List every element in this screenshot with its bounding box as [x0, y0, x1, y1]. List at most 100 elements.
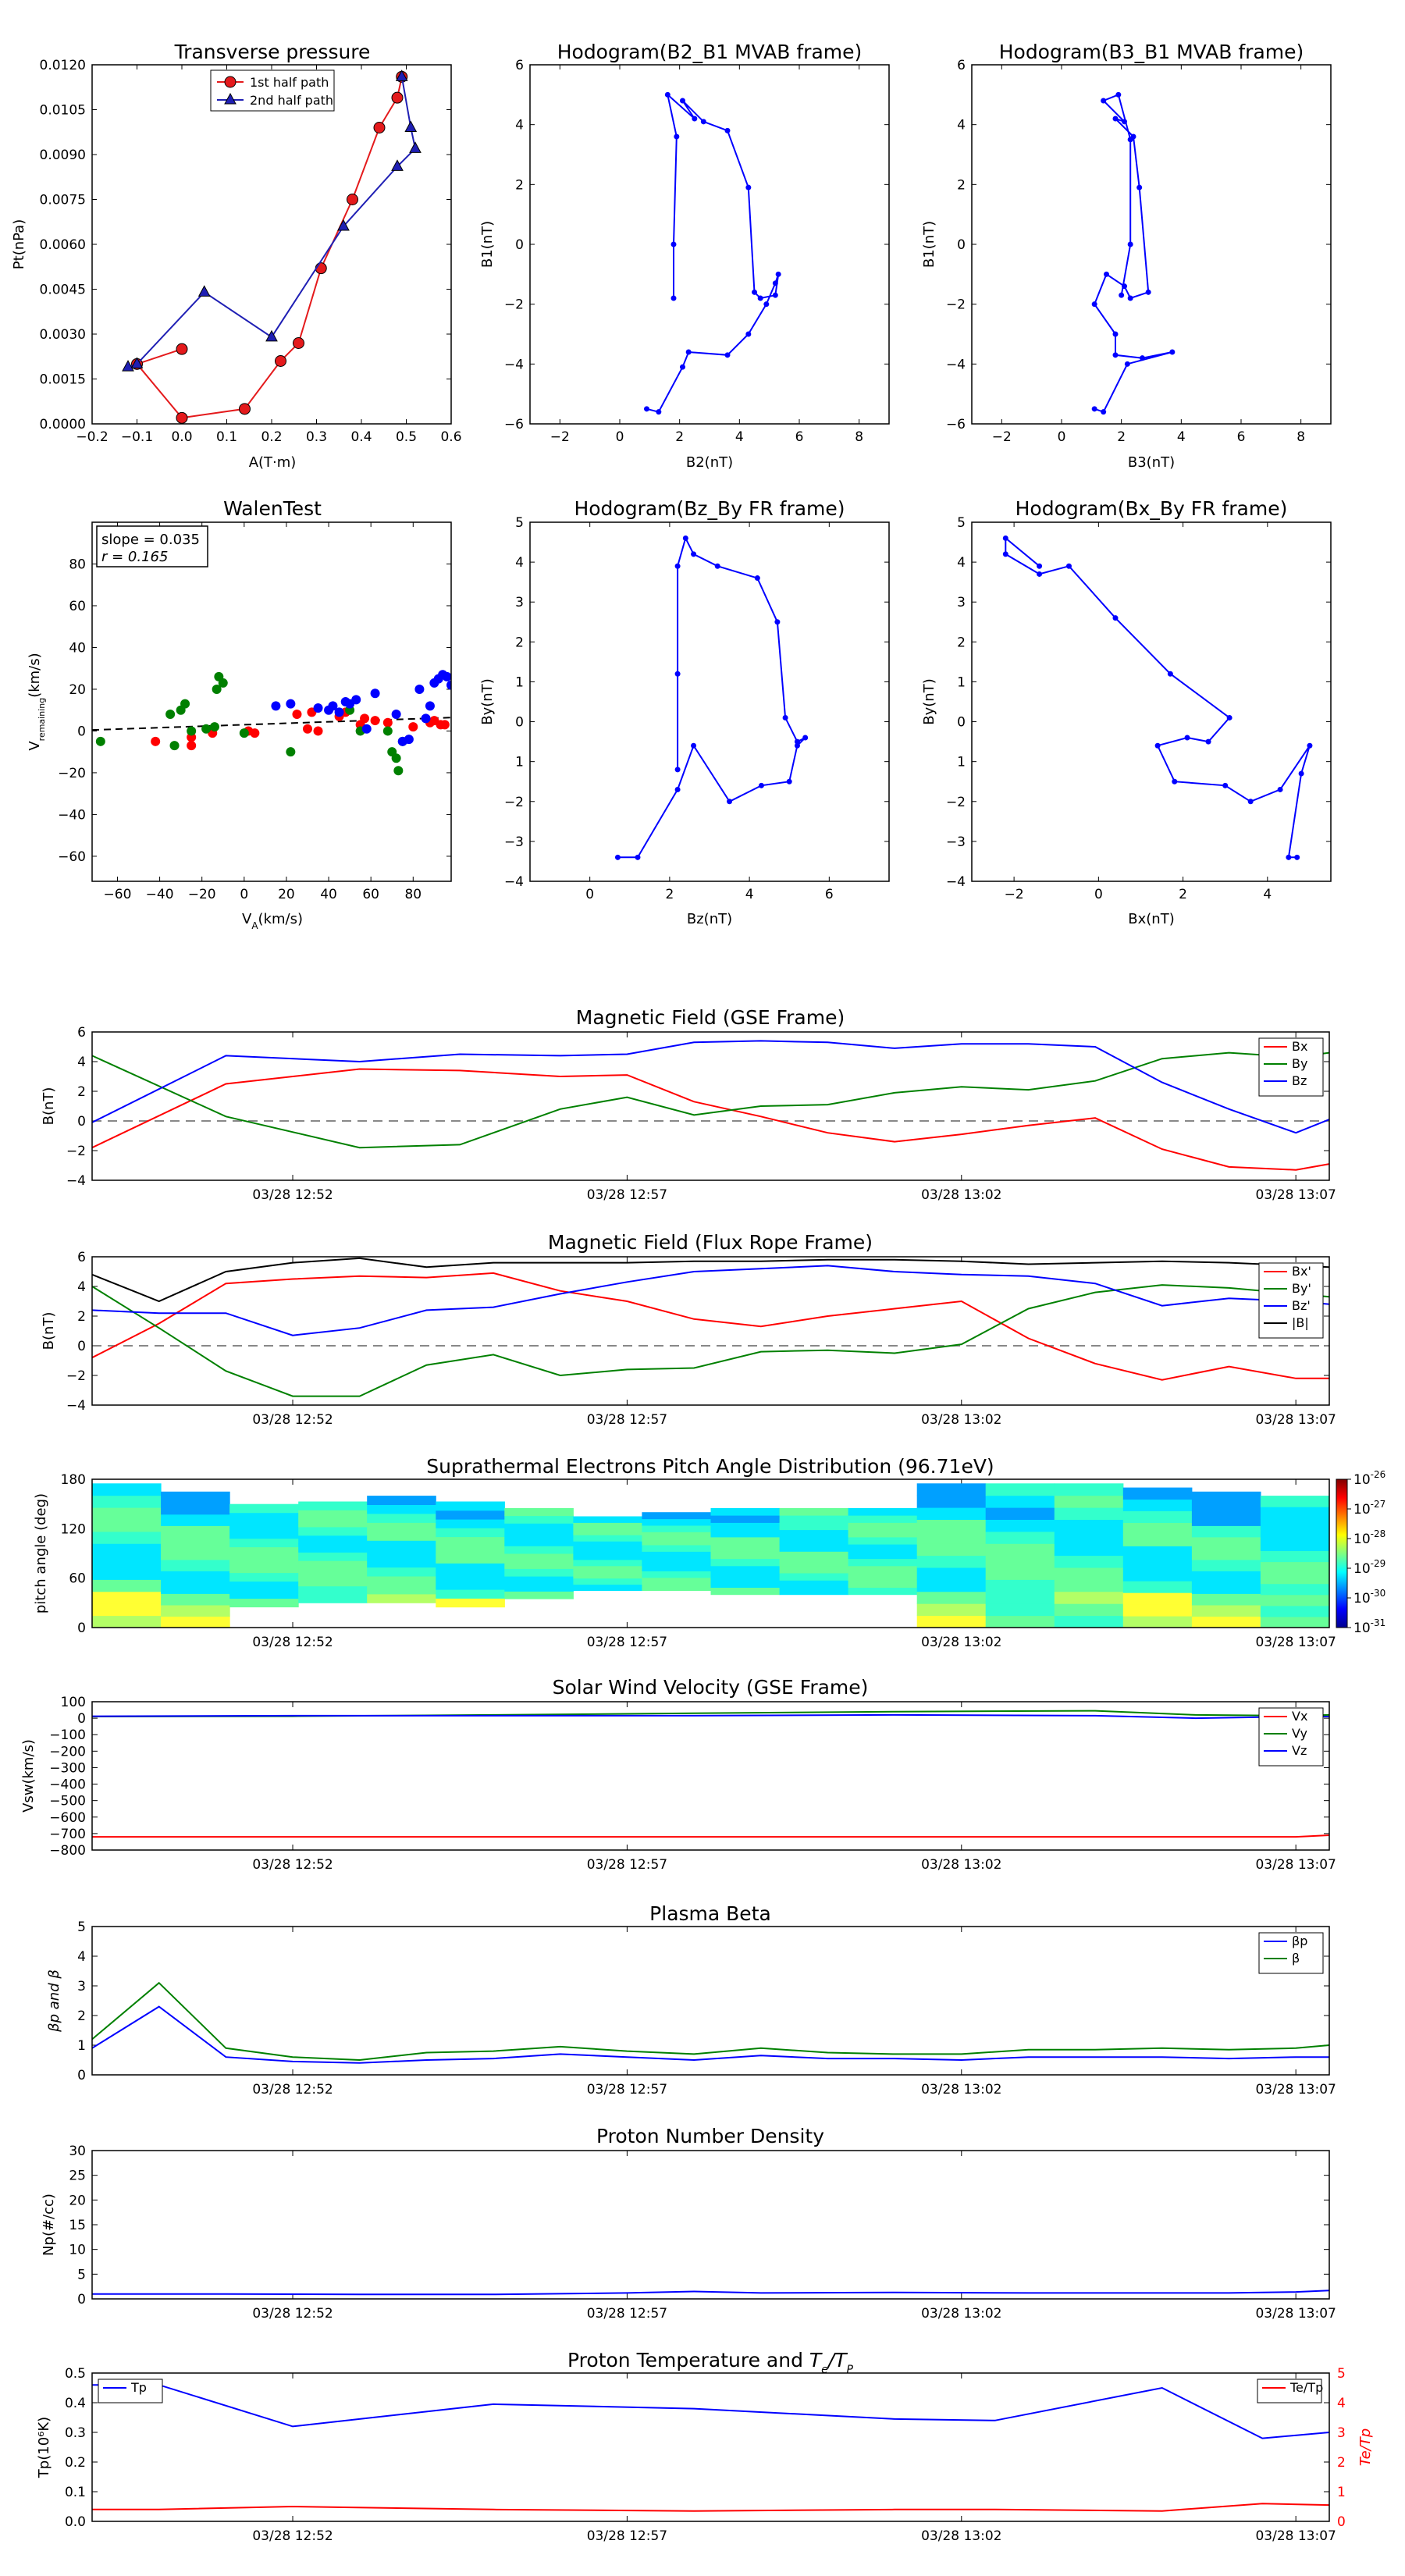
y-tick-label: −2 — [946, 297, 966, 313]
x-tick-label: 4 — [1263, 887, 1272, 902]
panel-hodogram-bx-by: Hodogram(Bx_By FR frame) −2 0 2 4 −4 −3 −2 1 0 1 2… — [921, 497, 1332, 927]
x-tick-label: 80 — [404, 887, 422, 902]
y-tick-label: −2 — [66, 1368, 86, 1384]
ylabel-pitch-angle: pitch angle (deg) — [33, 1493, 49, 1614]
y-tick-label: 0 — [77, 2292, 86, 2307]
y-tick-label: 0.3 — [65, 2425, 86, 2441]
data-point — [1122, 283, 1127, 290]
y-tick-label: −400 — [49, 1777, 86, 1793]
title-solar-wind-velocity: Solar Wind Velocity (GSE Frame) — [553, 1676, 869, 1699]
data-point — [1136, 184, 1143, 190]
legend-plasma-beta: βp β — [1258, 1932, 1324, 1974]
data-point — [670, 295, 677, 301]
data-point — [1172, 778, 1178, 785]
y-tick-label: −2 — [66, 1144, 86, 1159]
data-point — [772, 292, 778, 298]
colorbar-tick-label: 10-26 — [1353, 1469, 1385, 1488]
legend-label: Tp — [130, 2380, 147, 2395]
scatter-point — [382, 717, 393, 728]
heatmap-cell — [779, 1573, 849, 1581]
y-tick-label: 2 — [957, 635, 966, 650]
x-tick-label: −2 — [992, 429, 1012, 445]
y-tick-label: −200 — [49, 1744, 86, 1759]
heatmap-cell — [573, 1565, 642, 1573]
x-tick-label: −20 — [188, 887, 216, 902]
hodogram-bx-by-plot: −2 0 2 4 −4 −3 −2 1 0 1 2 3 4 5 — [946, 515, 1331, 902]
scatter-point — [391, 710, 401, 720]
scatter-point — [187, 741, 197, 751]
heatmap-cell — [504, 1507, 574, 1517]
panel-magnetic-field-gse: Magnetic Field (GSE Frame) 03/28 12:52 03… — [41, 1006, 1336, 1203]
data-point — [1115, 91, 1122, 98]
data-point — [1184, 735, 1190, 741]
data-point — [1037, 563, 1043, 569]
figure: Transverse pressure −0.2 −0.1 0.0 0.1 0.2 0.3… — [11, 41, 1385, 2544]
y-tick-label: 3 — [77, 1979, 86, 1994]
data-point — [692, 116, 698, 122]
legend-label: |B| — [1292, 1315, 1309, 1330]
y-tick-label: 0 — [515, 715, 524, 731]
y-tick-label: −20 — [58, 766, 86, 781]
heatmap-cell — [779, 1515, 849, 1523]
data-point — [664, 91, 670, 98]
data-point — [644, 406, 649, 412]
y-tick-label: 0 — [957, 237, 966, 253]
heatmap-cell — [1054, 1567, 1124, 1580]
heatmap-cell — [504, 1546, 574, 1554]
data-point — [409, 141, 422, 153]
scatter-point — [303, 724, 312, 734]
legend-label: Bz' — [1292, 1298, 1311, 1313]
heatmap-cell — [92, 1531, 162, 1544]
scatter-point — [209, 722, 219, 732]
data-point — [197, 285, 211, 297]
y-tick-label: −2 — [504, 297, 524, 313]
heatmap-cell — [1191, 1593, 1261, 1606]
heatmap-cell — [229, 1512, 299, 1522]
y-tick-label: 1 — [77, 2038, 86, 2054]
scatter-point — [370, 688, 380, 699]
xlabel-hodogram-bx-by: Bx(nT) — [1128, 911, 1174, 927]
heatmap-cell — [779, 1551, 849, 1560]
y-tick-label: 0.0105 — [40, 103, 86, 119]
time-tick-label: 03/28 12:57 — [587, 2082, 667, 2097]
heatmap-cell — [985, 1603, 1055, 1617]
ylabel-hodogram-b3-b1: B1(nT) — [921, 221, 937, 268]
heatmap-cell — [504, 1553, 574, 1562]
scatter-point — [292, 710, 302, 720]
y-tick-label: 4 — [77, 1055, 86, 1070]
heatmap-cell — [436, 1571, 505, 1582]
y-tick-label: 2 — [77, 1309, 86, 1325]
heatmap-cell — [367, 1514, 436, 1523]
heatmap-cell — [642, 1551, 711, 1559]
data-point — [1294, 854, 1300, 860]
y-tick-label: 25 — [69, 2169, 86, 2184]
y-tick-label: 6 — [77, 1250, 86, 1265]
heatmap-cell — [985, 1495, 1055, 1508]
data-point — [724, 127, 731, 133]
heatmap-cell — [298, 1501, 368, 1510]
y-tick-label: 120 — [61, 1521, 86, 1537]
transverse-pressure-plot: −0.2 −0.1 0.0 0.1 0.2 0.3 0.4 0.5 0.60.00000.001… — [40, 58, 462, 445]
y-tick-label: 30 — [69, 2144, 86, 2159]
x-tick-label: 0 — [1094, 887, 1103, 902]
x-tick-label: 4 — [735, 429, 744, 445]
data-point — [775, 271, 781, 277]
heatmap-cell — [161, 1514, 230, 1526]
heatmap-cell — [1260, 1616, 1330, 1628]
heatmap-cell — [1191, 1605, 1261, 1617]
y-tick-label: −60 — [58, 849, 86, 865]
data-point — [763, 301, 770, 308]
scatter-point — [286, 747, 296, 757]
legend-label: Bz — [1292, 1073, 1307, 1088]
ylabel-magnetic-field-gse: B(nT) — [41, 1087, 57, 1126]
ylabel-hodogram-bz-by: By(nT) — [479, 678, 496, 724]
y-tick-label: 180 — [61, 1472, 86, 1488]
x-tick-label: 0.5 — [396, 429, 417, 445]
y-tick-label: 0.1 — [65, 2485, 86, 2500]
legend-label: Bx' — [1292, 1264, 1311, 1279]
legend-box — [1258, 1932, 1324, 1974]
heatmap-cell — [161, 1491, 230, 1503]
data-point — [1002, 551, 1008, 557]
title-proton-temperature: Proton Temperature and Te/TP — [567, 2349, 853, 2376]
time-tick-label: 03/28 13:07 — [1255, 1635, 1336, 1650]
